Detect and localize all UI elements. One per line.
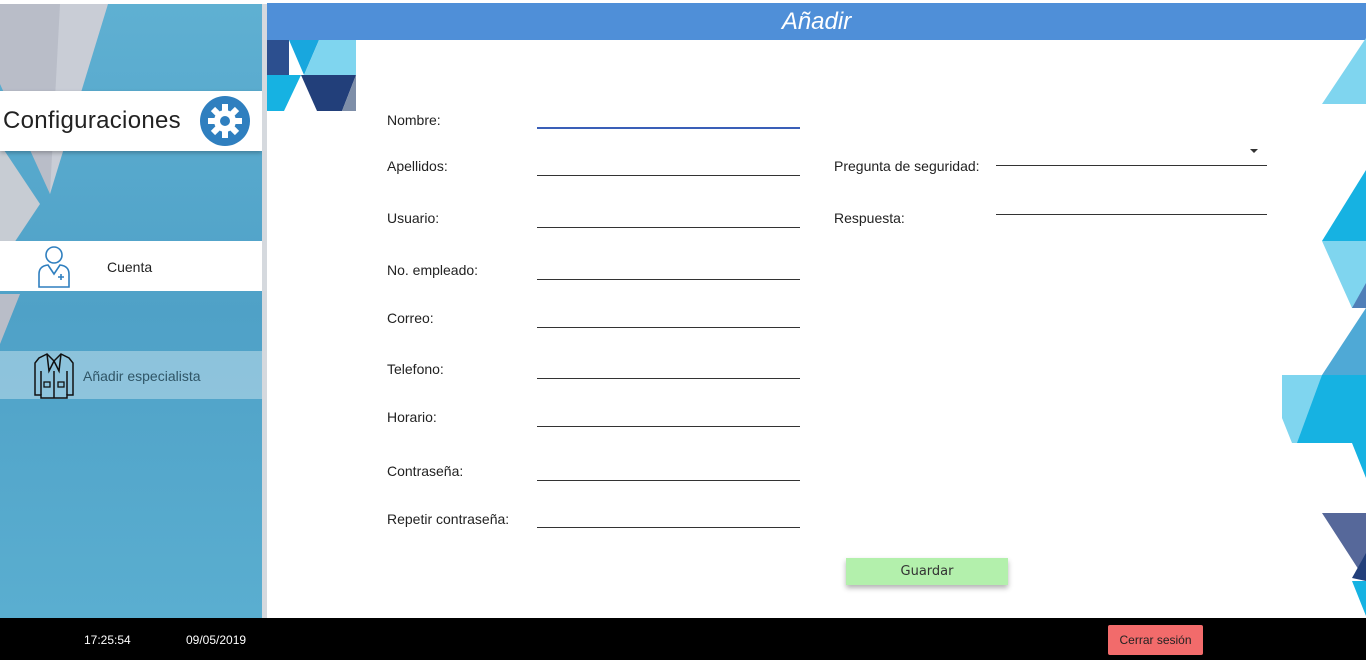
sidebar-item-label: Cuenta xyxy=(107,259,153,275)
repetir-contrasena-field[interactable] xyxy=(537,527,800,528)
logout-button[interactable]: Cerrar sesión xyxy=(1108,625,1203,655)
usuario-label: Usuario: xyxy=(387,210,440,226)
decoration-top-left xyxy=(267,40,356,111)
pregunta-seguridad-select[interactable] xyxy=(996,165,1267,166)
no-empleado-field[interactable] xyxy=(537,279,800,280)
sidebar-title: Configuraciones xyxy=(3,107,181,134)
usuario-field[interactable] xyxy=(537,227,800,228)
doctor-coat-icon xyxy=(34,353,74,399)
sidebar: Configuraciones Cuenta Añadir especialis… xyxy=(0,4,262,618)
sidebar-item-anadir-especialista[interactable]: Añadir especialista xyxy=(0,351,262,399)
page-header: Añadir xyxy=(267,3,1366,40)
nombre-field[interactable] xyxy=(537,127,800,129)
no-empleado-label: No. empleado: xyxy=(387,262,479,278)
contrasena-field[interactable] xyxy=(537,480,800,481)
apellidos-label: Apellidos: xyxy=(387,158,448,174)
doctor-user-icon xyxy=(38,246,70,288)
correo-field[interactable] xyxy=(537,327,800,328)
status-bar: 17:25:54 09/05/2019 Cerrar sesión xyxy=(0,618,1366,660)
gear-icon[interactable] xyxy=(200,96,250,146)
sidebar-item-label: Añadir especialista xyxy=(83,368,201,384)
horario-label: Horario: xyxy=(387,409,437,425)
clock-date: 09/05/2019 xyxy=(186,633,247,647)
correo-label: Correo: xyxy=(387,310,434,326)
respuesta-label: Respuesta: xyxy=(834,210,905,226)
nombre-label: Nombre: xyxy=(387,112,441,128)
config-header-box: Configuraciones xyxy=(0,91,262,151)
decoration-right-edge xyxy=(1282,38,1366,616)
repetir-contrasena-label: Repetir contraseña: xyxy=(387,511,510,527)
sidebar-item-cuenta[interactable]: Cuenta xyxy=(0,241,262,291)
apellidos-field[interactable] xyxy=(537,175,800,176)
clock-time: 17:25:54 xyxy=(84,633,131,647)
save-button[interactable]: Guardar xyxy=(846,558,1008,585)
pregunta-seguridad-label: Pregunta de seguridad: xyxy=(834,158,980,174)
chevron-down-icon[interactable] xyxy=(1250,149,1258,153)
telefono-label: Telefono: xyxy=(387,361,444,377)
horario-field[interactable] xyxy=(537,426,800,427)
respuesta-field[interactable] xyxy=(996,214,1267,215)
telefono-field[interactable] xyxy=(537,378,800,379)
page-title: Añadir xyxy=(781,8,852,35)
contrasena-label: Contraseña: xyxy=(387,463,464,479)
